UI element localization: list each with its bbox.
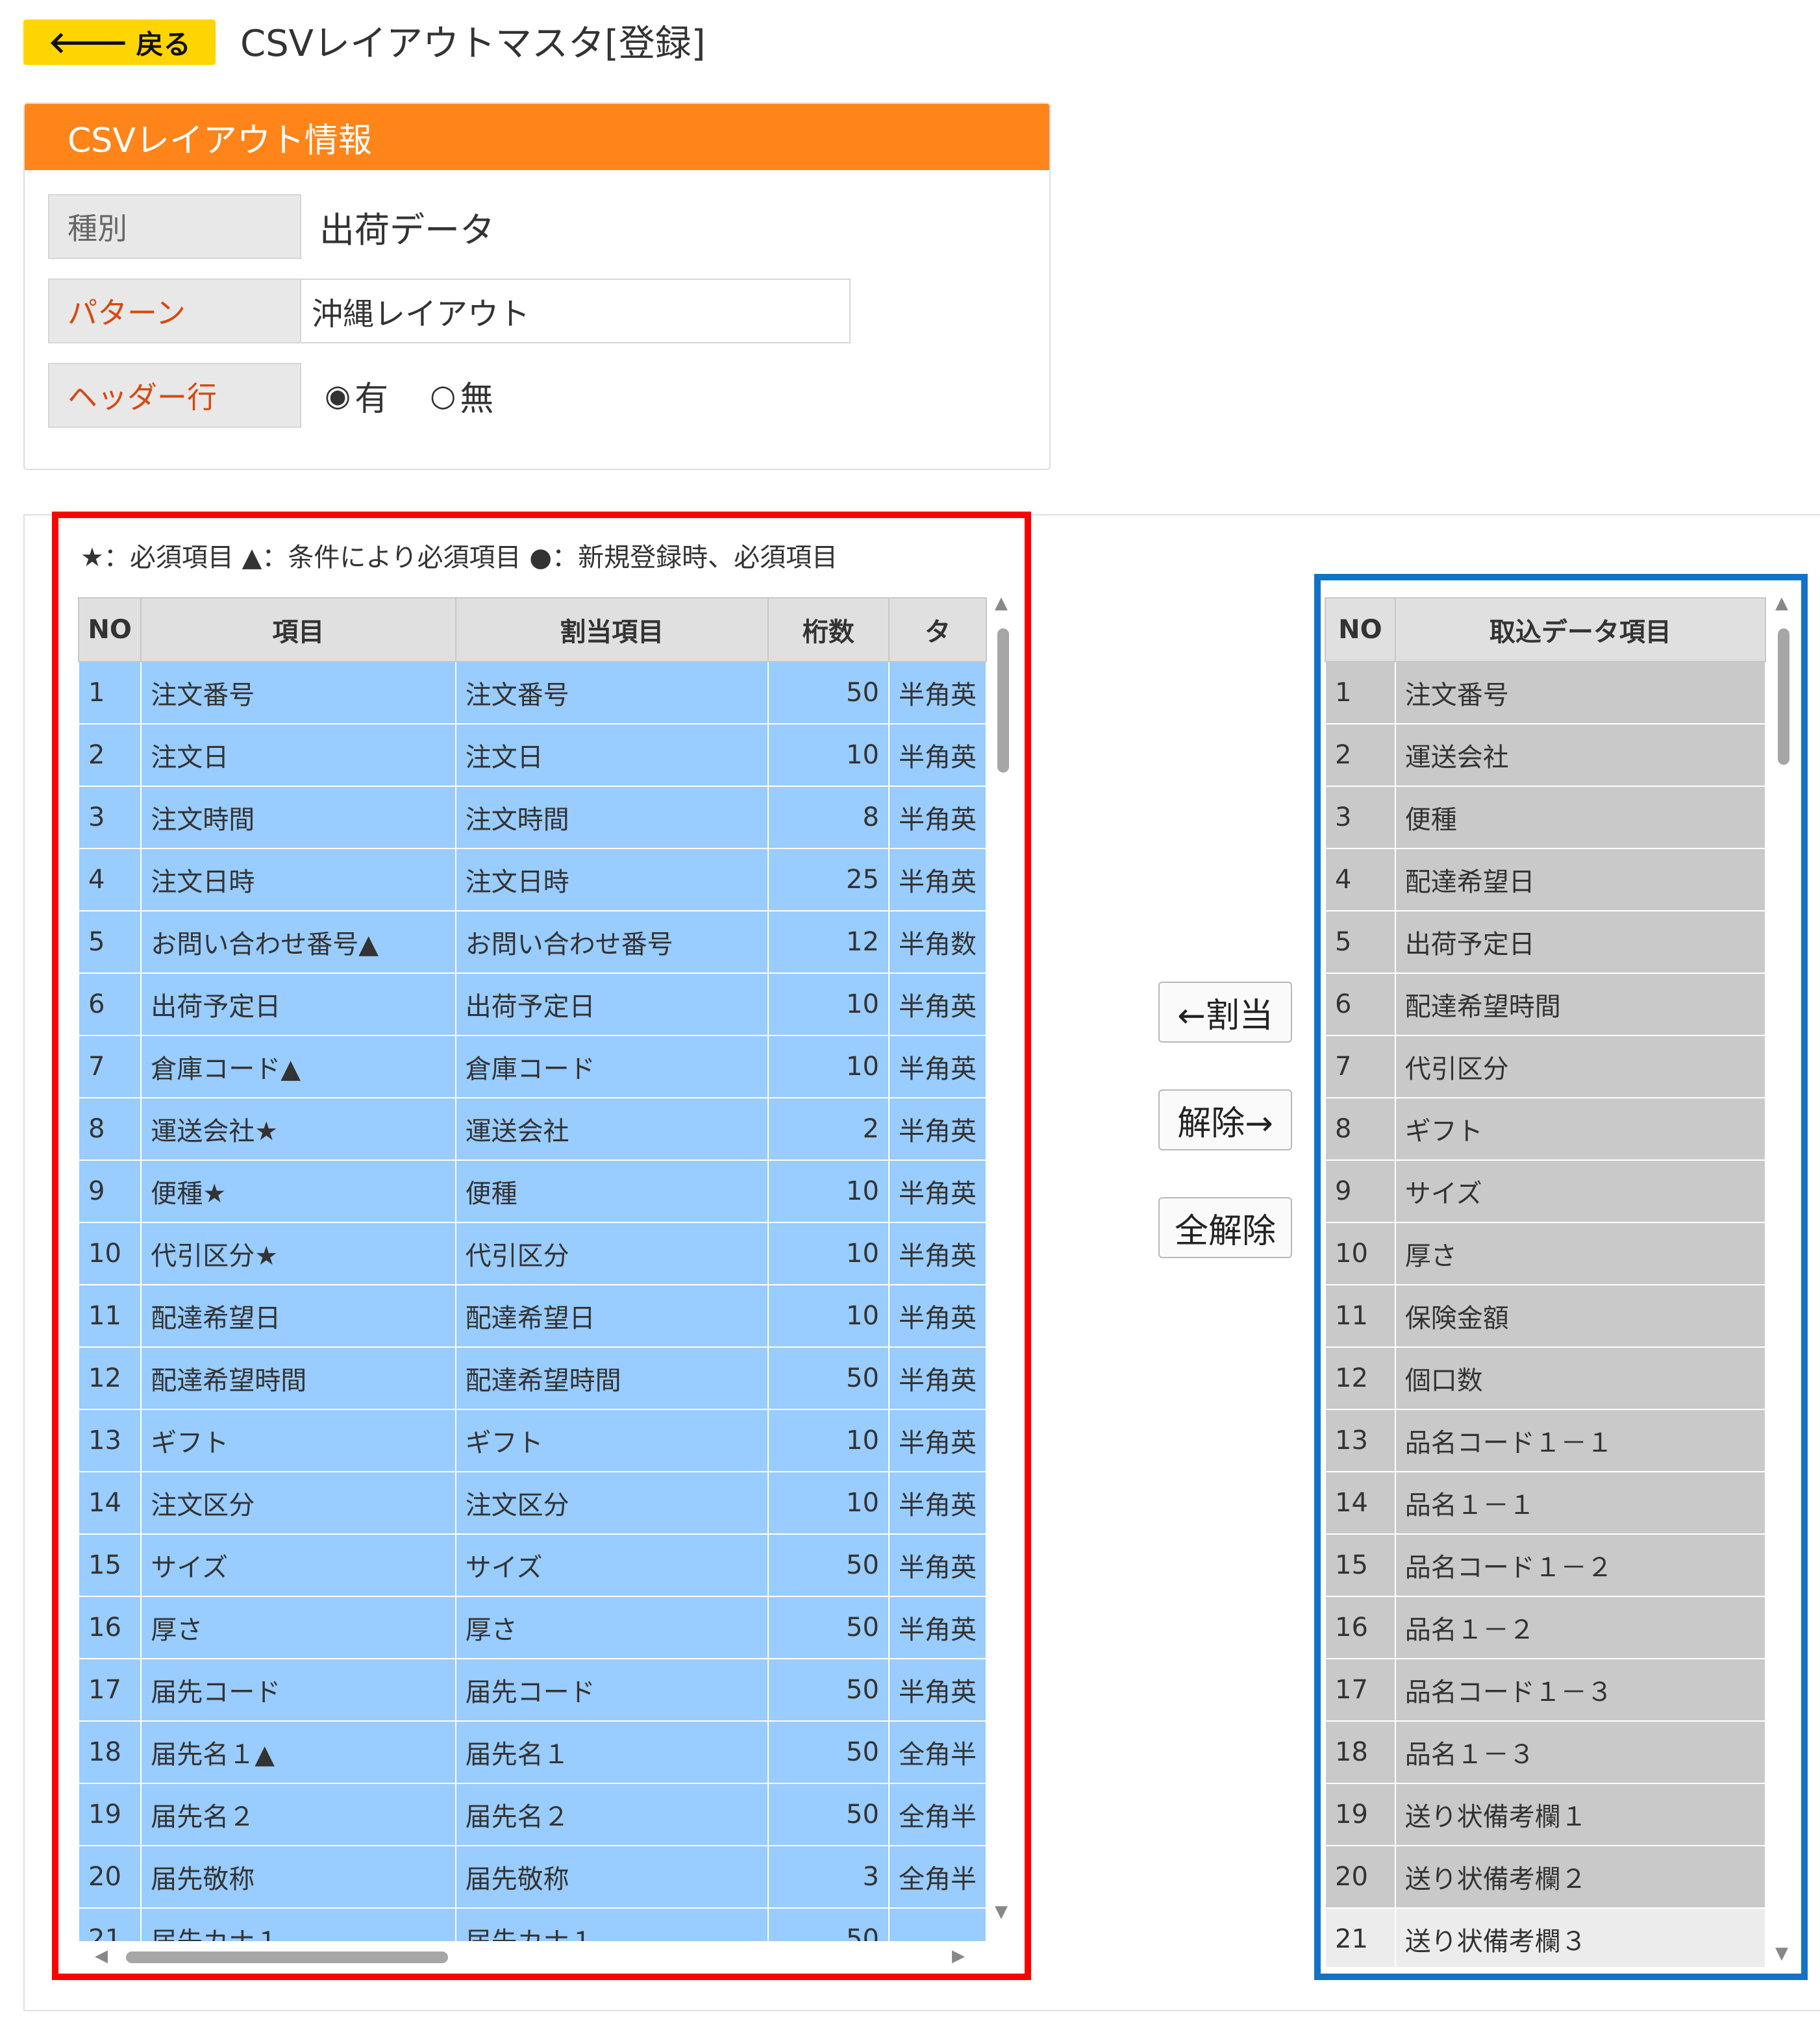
type-value: 出荷データ [319, 209, 495, 251]
back-button-label: 戻る [136, 28, 191, 60]
radio-checked-icon: ◉ [325, 378, 351, 413]
layout-info-panel: CSVレイアウト情報 種別 出荷データ パターン 沖縄レイアウト ヘッダー行 ◉… [23, 103, 1051, 470]
header-row-radio-no[interactable]: ○ 無 [430, 371, 493, 420]
type-row: 種別 出荷データ [48, 193, 495, 260]
radio-label: 無 [460, 379, 494, 419]
back-button[interactable]: 🡐 戻る [23, 19, 216, 65]
pattern-label: パターン [48, 279, 301, 343]
arrow-left-icon: 🡐 [48, 25, 129, 60]
release-all-button[interactable]: 全解除 [1158, 1197, 1292, 1258]
page-title: CSVレイアウトマスタ[登録] [240, 23, 706, 65]
pattern-row: パターン 沖縄レイアウト [48, 278, 851, 344]
radio-unchecked-icon: ○ [430, 378, 456, 413]
type-label: 種別 [48, 194, 301, 259]
header-row-radio-yes[interactable]: ◉ 有 [325, 371, 388, 420]
release-button[interactable]: 解除→ [1158, 1089, 1292, 1150]
section-title: CSVレイアウト情報 [25, 104, 1049, 170]
highlight-box-blue [1314, 574, 1808, 1980]
header-row-row: ヘッダー行 ◉ 有 ○ 無 [48, 362, 493, 428]
pattern-input[interactable]: 沖縄レイアウト [301, 279, 851, 343]
header-row-label: ヘッダー行 [48, 363, 301, 428]
highlight-box-red [52, 512, 1031, 1980]
radio-label: 有 [355, 379, 389, 419]
assign-button[interactable]: ←割当 [1158, 982, 1292, 1043]
